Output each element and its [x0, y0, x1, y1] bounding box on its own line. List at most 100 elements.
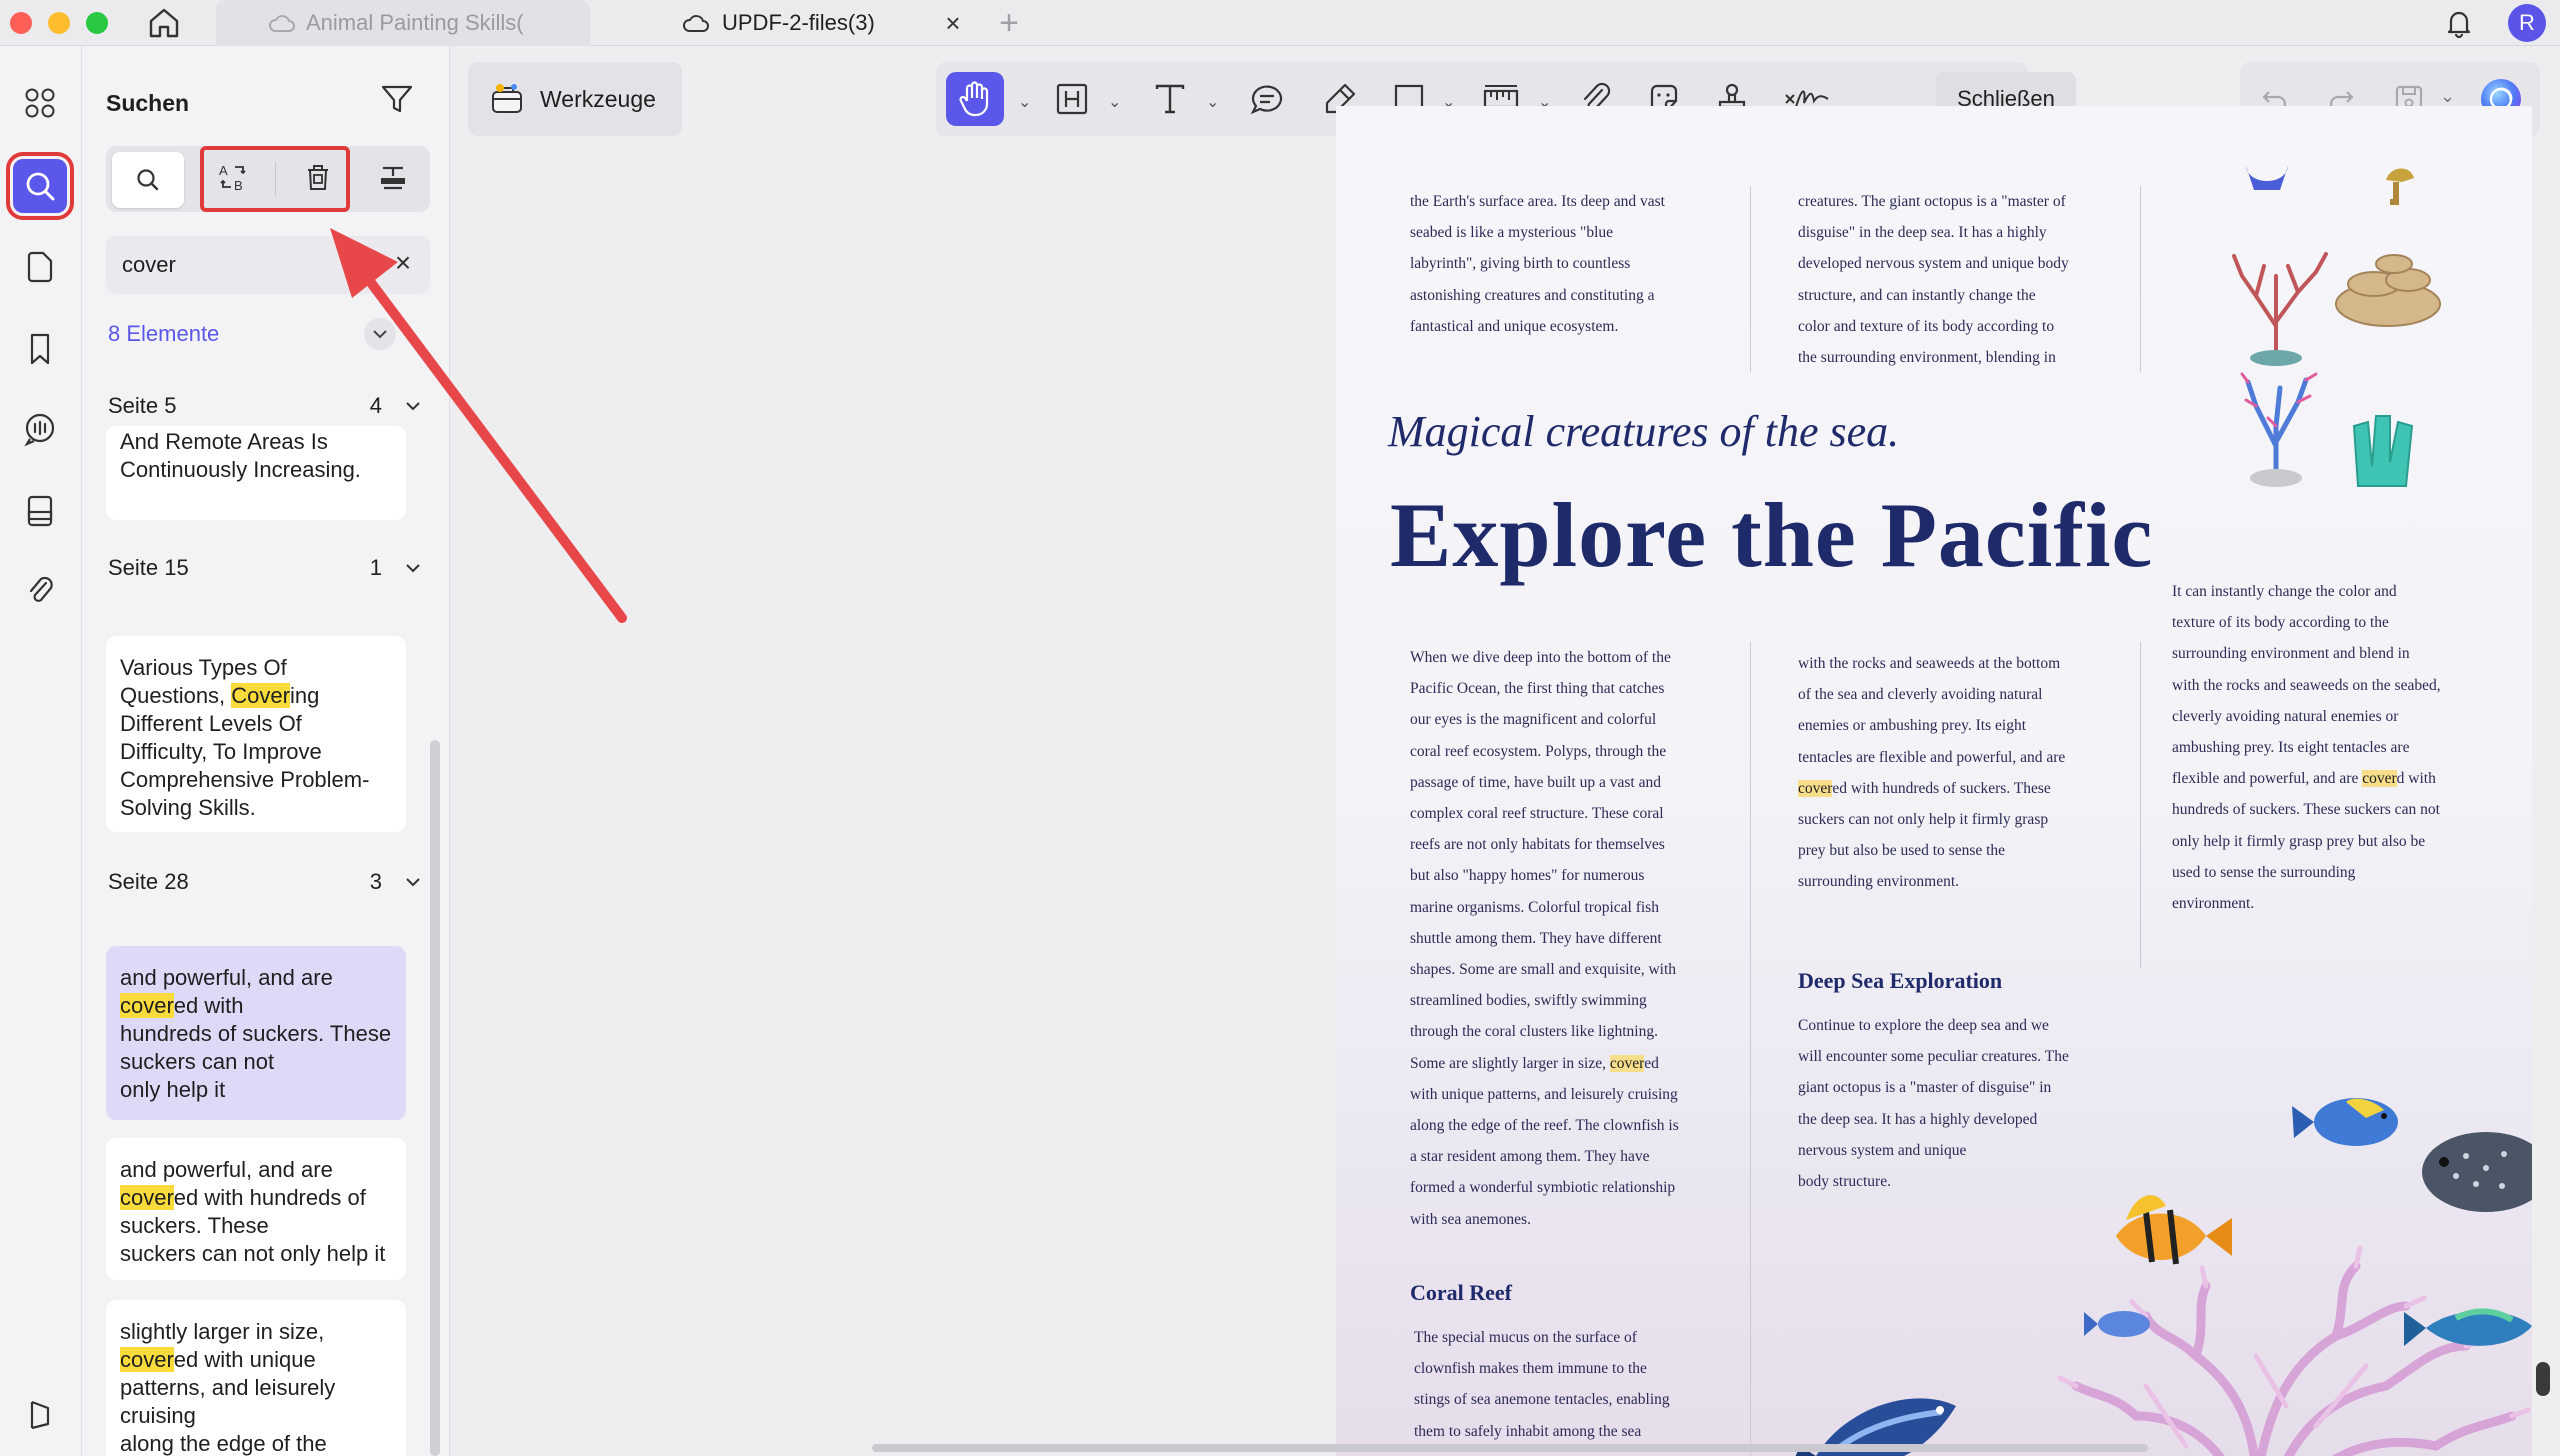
result-count: 8 Elemente	[108, 321, 220, 346]
search-field[interactable]: ×	[106, 236, 430, 294]
match-highlight: cover	[2362, 770, 2397, 788]
highlighted-buttons-group: AB	[200, 146, 350, 212]
tools-label: Werkzeuge	[540, 85, 656, 112]
doc-text-mid-col: with the rocks and seaweeds at the botto…	[1798, 648, 2065, 898]
chevron-down-icon[interactable]: ⌄	[1108, 92, 1121, 112]
group-count: 1	[369, 555, 382, 580]
search-mode-toolbar: AB	[106, 146, 430, 212]
comment-icon[interactable]	[13, 402, 67, 456]
text-frame-icon	[1056, 83, 1088, 115]
replace-icon[interactable]: AB	[217, 161, 249, 198]
divider	[275, 162, 277, 196]
doc-text-left-col: When we dive deep into the bottom of the…	[1410, 642, 1679, 1235]
result-text: slightly larger in size,	[120, 1319, 325, 1344]
tab-label: Animal Painting Skills(	[306, 10, 524, 35]
attachment-icon[interactable]	[13, 564, 67, 618]
chevron-down-icon[interactable]	[404, 864, 422, 913]
redact-icon[interactable]	[303, 161, 333, 198]
search-input[interactable]	[122, 246, 372, 284]
results-scrollbar[interactable]	[430, 740, 440, 1456]
sea-life-illustration	[2057, 1098, 2532, 1456]
text-run: ed with unique patterns, and leisurely c…	[1410, 1054, 1679, 1228]
column-divider	[1750, 186, 1751, 372]
chevron-down-icon[interactable]: ⌄	[1206, 92, 1219, 112]
result-text: and powerful, and are	[120, 965, 333, 990]
hand-tool-button[interactable]	[946, 72, 1004, 126]
home-icon[interactable]	[146, 6, 182, 40]
chevron-down-icon[interactable]	[404, 550, 422, 599]
group-count: 4	[369, 393, 382, 418]
search-icon[interactable]	[6, 152, 74, 220]
document-vertical-scrollbar[interactable]	[2536, 1362, 2550, 1396]
text-run: with the rocks and seaweeds at the botto…	[1798, 655, 2066, 766]
list-item[interactable]: And Remote Areas Is Continuously Increas…	[106, 426, 406, 520]
window-close-button[interactable]	[10, 12, 32, 34]
avatar[interactable]: R	[2508, 4, 2546, 42]
tab-updf-files[interactable]: UPDF-2-files(3)	[682, 0, 982, 46]
group-count: 3	[369, 869, 382, 894]
column-divider	[2140, 642, 2141, 968]
window-minimize-button[interactable]	[48, 12, 70, 34]
grid-icon[interactable]	[13, 76, 67, 130]
result-group-header[interactable]: Seite 28 3	[108, 862, 426, 902]
clear-search-button[interactable]: ×	[388, 248, 418, 278]
pdf-page[interactable]: the Earth's surface area. Its deep and v…	[1336, 106, 2532, 1456]
list-item[interactable]: and powerful, and are covered with hundr…	[106, 1138, 406, 1280]
text-run: It can instantly change the color and te…	[2172, 583, 2441, 788]
filter-icon[interactable]	[380, 82, 414, 121]
chevron-down-icon[interactable]	[364, 318, 396, 350]
comment-tool-button[interactable]	[1248, 72, 1286, 126]
redact-area-icon[interactable]	[376, 162, 410, 201]
list-item-selected[interactable]: and powerful, and are covered with hundr…	[106, 946, 406, 1120]
workspace: Werkzeuge ⌄ ⌄ ⌄ ⌄ ⌄ Schließen ⌄ the Eart…	[450, 46, 2560, 1456]
search-mode-button[interactable]	[112, 152, 184, 208]
close-tab-button[interactable]: ×	[938, 8, 968, 39]
coral-illustration	[2232, 166, 2441, 487]
doc-text-coral-reef: The special mucus on the surface of clow…	[1414, 1329, 1670, 1456]
bookmark-icon[interactable]	[13, 322, 67, 376]
list-item[interactable]: Various Types Of Questions, Covering Dif…	[106, 636, 406, 832]
text-box-tool-button[interactable]	[1054, 72, 1090, 126]
match-highlight: cover	[120, 1347, 174, 1372]
chevron-down-icon[interactable]: ⌄	[1018, 92, 1031, 112]
match-highlight: cover	[1798, 779, 1833, 797]
layers-icon[interactable]	[13, 1388, 67, 1442]
document-horizontal-scrollbar[interactable]	[872, 1444, 2148, 1452]
text-run: When we dive deep into the bottom of the…	[1410, 649, 1677, 1072]
column-divider	[2140, 186, 2141, 372]
group-page: Seite 28	[108, 869, 189, 894]
cloud-icon	[269, 15, 295, 32]
doc-subtitle: Magical creatures of the sea.	[1388, 407, 1900, 456]
list-item[interactable]: slightly larger in size, covered with un…	[106, 1300, 406, 1456]
result-group-header[interactable]: Seite 5 4	[108, 386, 426, 426]
title-bar: Animal Painting Skills( UPDF-2-files(3) …	[0, 0, 2560, 46]
search-icon	[137, 169, 159, 191]
result-count-row[interactable]: 8 Elemente	[108, 314, 428, 354]
text-run: ed with hundreds of suckers. These sucke…	[1798, 779, 2051, 891]
panel-title: Suchen	[106, 90, 190, 116]
bell-icon[interactable]	[2442, 6, 2476, 45]
tools-button[interactable]: Werkzeuge	[468, 62, 682, 136]
pages-icon[interactable]	[13, 240, 67, 294]
group-page: Seite 15	[108, 555, 189, 580]
blue-fish-illustration	[1795, 1398, 1956, 1456]
doc-heading-deep-sea: Deep Sea Exploration	[1798, 968, 2003, 993]
search-panel: Suchen AB × 8 Elemente Seite 5	[82, 46, 450, 1456]
result-text: And Remote Areas Is Continuously Increas…	[120, 429, 361, 482]
result-group-header[interactable]: Seite 15 1	[108, 548, 426, 588]
match-highlight: cover	[120, 1185, 174, 1210]
new-tab-button[interactable]: +	[994, 4, 1024, 43]
tab-label: UPDF-2-files(3)	[722, 10, 875, 35]
toolbox-icon	[492, 84, 522, 113]
forms-icon[interactable]	[13, 484, 67, 538]
text-icon	[1155, 84, 1185, 114]
chevron-down-icon[interactable]	[404, 388, 422, 437]
doc-heading-coral-reef: Coral Reef	[1410, 1280, 1513, 1305]
chevron-down-icon[interactable]: ⌄	[2440, 86, 2455, 107]
text-tool-button[interactable]	[1152, 72, 1188, 126]
window-zoom-button[interactable]	[86, 12, 108, 34]
match-highlight: cover	[1609, 1054, 1645, 1072]
tab-animal-painting[interactable]: Animal Painting Skills(	[216, 0, 590, 46]
doc-text-right-col: It can instantly change the color and te…	[2172, 576, 2441, 919]
text-run: d with hundreds of suckers. These sucker…	[2172, 770, 2440, 913]
